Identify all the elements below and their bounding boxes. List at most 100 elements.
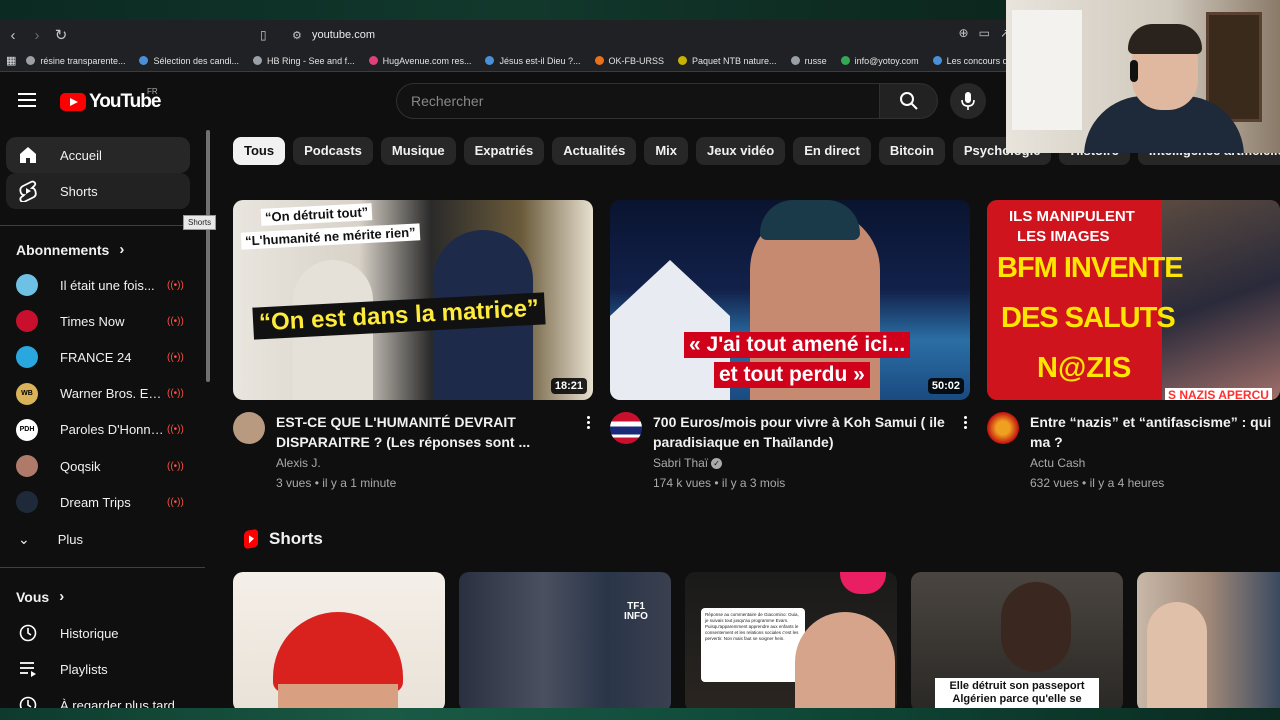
- short-caption: Elle détruit son passeport Algérien parc…: [935, 678, 1099, 708]
- chip-mix[interactable]: Mix: [644, 137, 688, 165]
- address-bar[interactable]: ▯ ⚙ youtube.com: [260, 23, 1000, 47]
- chip-podcasts[interactable]: Podcasts: [293, 137, 373, 165]
- site-info-icon[interactable]: ⚙: [292, 29, 306, 42]
- subscription-item[interactable]: PDH Paroles D'Honneur ((•)): [6, 412, 190, 448]
- sidebar-more[interactable]: ⌄ Plus: [6, 521, 190, 557]
- subscription-item[interactable]: FRANCE 24 ((•)): [6, 339, 190, 375]
- sidebar-item-label: Playlists: [60, 661, 108, 677]
- thumbnail-text: ILS MANIPULENT: [1009, 208, 1135, 225]
- video-thumbnail[interactable]: « J'ai tout amené ici... et tout perdu »…: [610, 200, 970, 400]
- thumbnail-text: “On détruit tout”: [260, 203, 373, 226]
- short-card[interactable]: [233, 572, 445, 712]
- sidebar: Accueil Shorts Abonnements › Il était un…: [0, 130, 205, 720]
- bookmark-item[interactable]: info@yotoy.com: [840, 56, 919, 66]
- bookmark-item[interactable]: Sélection des candi...: [139, 56, 239, 66]
- bookmark-star-icon[interactable]: ▯: [260, 28, 276, 42]
- shorts-shelf-header: Shorts: [244, 528, 323, 550]
- subscription-item[interactable]: Qoqsik ((•)): [6, 448, 190, 484]
- channel-avatar[interactable]: [987, 412, 1019, 444]
- youtube-logo[interactable]: YouTube FR: [60, 87, 161, 113]
- chip-jeux-vid-o[interactable]: Jeux vidéo: [696, 137, 786, 165]
- apps-icon[interactable]: ▦: [6, 54, 16, 67]
- playlists-icon: [20, 662, 36, 677]
- sidebar-item-playlists[interactable]: Playlists: [6, 651, 190, 687]
- forward-icon[interactable]: ›: [26, 24, 48, 46]
- subscription-item[interactable]: WB Warner Bros. Ent... ((•)): [6, 376, 190, 412]
- channel-avatar: [16, 455, 38, 477]
- short-card[interactable]: Réponse au commentaire de Giacomino: Oui…: [685, 572, 897, 712]
- subscription-name: Times Now: [60, 313, 125, 329]
- bookmark-item[interactable]: HugAvenue.com res...: [368, 56, 471, 66]
- channel-name[interactable]: Sabri Thaï ✓: [653, 456, 723, 470]
- search-button[interactable]: [880, 83, 938, 119]
- chip-musique[interactable]: Musique: [380, 137, 456, 165]
- sidebar-item-label: Historique: [60, 625, 119, 641]
- video-card[interactable]: ILS MANIPULENT LES IMAGES BFM INVENTE DE…: [987, 200, 1280, 490]
- search-icon: [899, 92, 918, 110]
- video-card[interactable]: « J'ai tout amené ici... et tout perdu »…: [610, 200, 970, 490]
- more-label: Plus: [57, 531, 84, 547]
- search-input[interactable]: Rechercher: [396, 83, 880, 119]
- channel-avatar[interactable]: [233, 412, 265, 444]
- subscription-item[interactable]: Il était une fois... ((•)): [6, 267, 190, 303]
- video-title[interactable]: EST-CE QUE L'HUMANITÉ DEVRAIT DISPARAITR…: [276, 412, 576, 452]
- channel-name[interactable]: Alexis J.: [276, 456, 321, 470]
- channel-avatar[interactable]: [610, 412, 642, 444]
- thumbnail-face: [795, 612, 895, 712]
- cast-icon[interactable]: ▭: [979, 26, 990, 40]
- thumbnail-text: N@ZIS: [1037, 352, 1132, 384]
- short-card[interactable]: [1137, 572, 1280, 712]
- chip-tous[interactable]: Tous: [233, 137, 286, 165]
- chip-en-direct[interactable]: En direct: [793, 137, 871, 165]
- bookmark-favicon-icon: [932, 56, 942, 65]
- more-actions-icon[interactable]: [964, 416, 968, 429]
- sidebar-scrollbar[interactable]: [206, 130, 210, 382]
- sidebar-item-home[interactable]: Accueil: [6, 137, 190, 173]
- bookmark-favicon-icon: [678, 56, 688, 65]
- bookmark-label: résine transparente...: [40, 55, 126, 66]
- sidebar-item-label: Shorts: [60, 183, 98, 199]
- reload-icon[interactable]: ↻: [50, 24, 72, 46]
- sidebar-item-shorts[interactable]: Shorts: [6, 173, 190, 209]
- live-icon: ((•)): [167, 388, 184, 400]
- video-thumbnail[interactable]: “On détruit tout” “L'humanité ne mérite …: [233, 200, 593, 400]
- short-card[interactable]: Elle détruit son passeport Algérien parc…: [911, 572, 1123, 712]
- short-card[interactable]: TF1 INFO: [459, 572, 671, 712]
- you-heading[interactable]: Vous ›: [16, 588, 64, 605]
- back-icon[interactable]: ‹: [2, 24, 24, 46]
- voice-search-button[interactable]: [950, 83, 986, 119]
- chip-bitcoin[interactable]: Bitcoin: [878, 137, 945, 165]
- webcam-window: [1012, 10, 1082, 130]
- video-title[interactable]: Entre “nazis” et “antifascisme” : qui ma…: [1030, 412, 1280, 452]
- bookmark-label: OK-FB-URSS: [608, 55, 665, 66]
- bookmark-item[interactable]: résine transparente...: [26, 56, 125, 66]
- video-duration: 50:02: [927, 378, 964, 394]
- zoom-icon[interactable]: ⊕: [959, 26, 969, 40]
- video-thumbnail[interactable]: ILS MANIPULENT LES IMAGES BFM INVENTE DE…: [987, 200, 1280, 400]
- sidebar-item-history[interactable]: Historique: [6, 615, 190, 651]
- subscriptions-heading[interactable]: Abonnements ›: [16, 241, 124, 258]
- thumbnail-text: S NAZIS APERCU: [1165, 388, 1272, 400]
- video-title[interactable]: 700 Euros/mois pour vivre à Koh Samui ( …: [653, 412, 953, 452]
- bookmark-item[interactable]: Paquet NTB nature...: [678, 56, 777, 66]
- channel-name-text: Alexis J.: [276, 456, 321, 470]
- subscription-item[interactable]: Times Now ((•)): [6, 303, 190, 339]
- short-badge-icon: [840, 572, 886, 594]
- channel-name-text: Sabri Thaï: [653, 456, 709, 470]
- chip-expatri-s[interactable]: Expatriés: [463, 137, 545, 165]
- home-icon: [20, 147, 36, 163]
- bookmark-item[interactable]: Jésus est-il Dieu ?...: [485, 55, 581, 66]
- bookmark-label: Jésus est-il Dieu ?...: [499, 55, 581, 66]
- bookmark-item[interactable]: HB Ring - See and f...: [253, 56, 355, 66]
- bookmark-item[interactable]: OK-FB-URSS: [594, 55, 665, 66]
- subscription-item[interactable]: Dream Trips ((•)): [6, 484, 190, 520]
- more-actions-icon[interactable]: [587, 416, 591, 429]
- channel-name[interactable]: Actu Cash: [1030, 456, 1085, 470]
- subscription-name: Paroles D'Honneur: [60, 422, 164, 438]
- bookmark-favicon-icon: [790, 56, 800, 65]
- chip-actualit-s[interactable]: Actualités: [552, 137, 637, 165]
- bookmark-item[interactable]: russe: [790, 56, 827, 66]
- video-card[interactable]: “On détruit tout” “L'humanité ne mérite …: [233, 200, 593, 490]
- menu-icon[interactable]: [18, 93, 36, 107]
- live-icon: ((•)): [167, 460, 184, 472]
